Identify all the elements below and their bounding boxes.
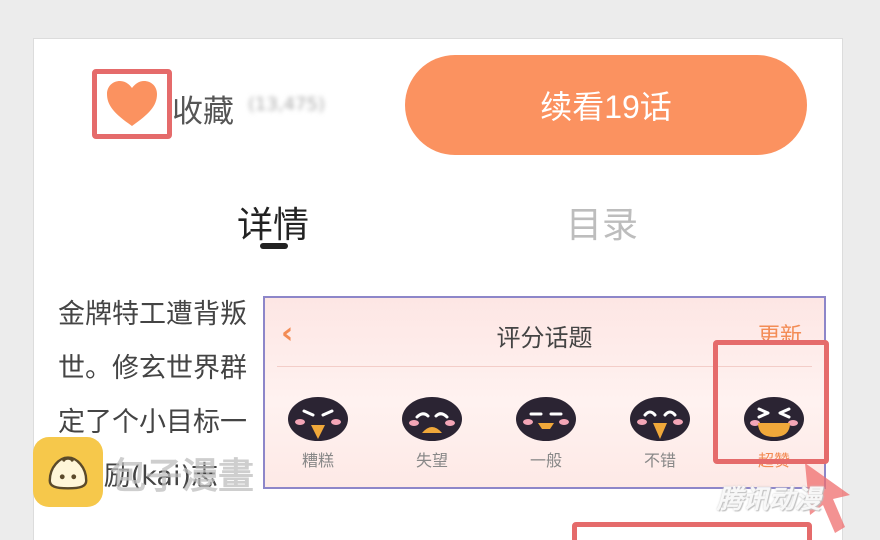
watermark-logo (33, 437, 103, 507)
heart-icon (107, 81, 157, 126)
favorite-heart-button[interactable] (92, 69, 172, 139)
watermark-brand: 腾讯动漫 (717, 485, 822, 515)
tab-catalog[interactable]: 目录 (566, 196, 638, 248)
tab-detail[interactable]: 详情 (237, 196, 309, 248)
watermark-text: 包子漫畫 (110, 456, 255, 497)
rating-option-good[interactable]: 不错 (620, 393, 700, 471)
face-disappointed-icon (402, 397, 462, 441)
face-good-icon (630, 397, 690, 441)
bun-icon (48, 456, 88, 490)
rating-label: 不错 (643, 451, 676, 470)
face-ok-icon (516, 397, 576, 441)
bottom-highlight (572, 522, 812, 540)
rating-label: 一般 (529, 451, 562, 470)
tab-active-indicator (260, 243, 288, 249)
favorite-label[interactable]: 收藏 (172, 86, 234, 131)
rating-option-disappointed[interactable]: 失望 (392, 393, 472, 471)
favorite-count: (13,475) (248, 94, 326, 115)
rating-option-ok[interactable]: 一般 (506, 393, 586, 471)
rating-label: 糟糕 (301, 451, 334, 470)
continue-reading-button[interactable]: 续看19话 (405, 55, 807, 155)
selected-option-highlight (713, 340, 829, 464)
face-bad-icon (288, 397, 348, 441)
rating-option-bad[interactable]: 糟糕 (278, 393, 358, 471)
rating-label: 失望 (415, 451, 448, 470)
